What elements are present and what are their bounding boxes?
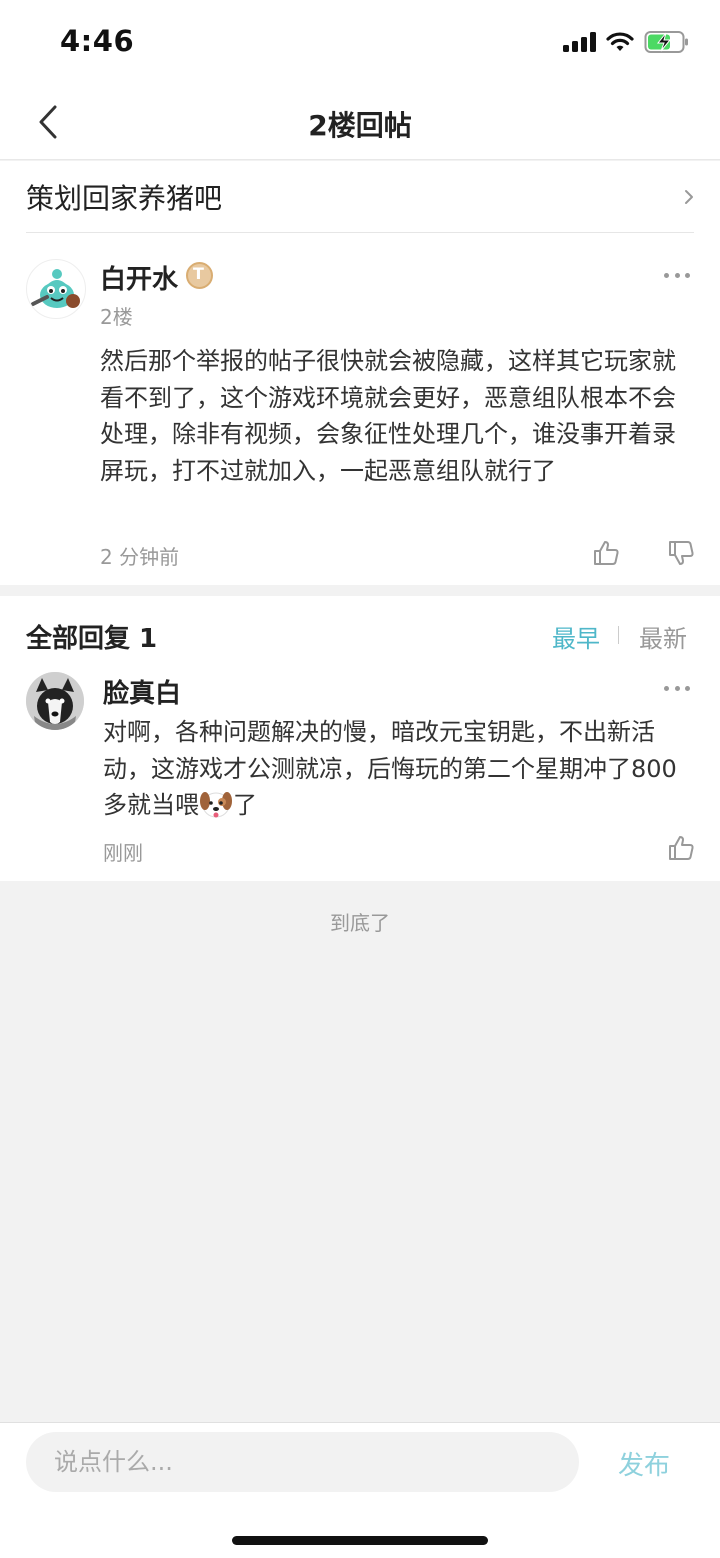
main-post: 白开水 T 2楼 然后那个举报的帖子很快就会被隐藏，这样其它玩家就看不到了，这个…	[0, 233, 720, 585]
page-title: 2楼回帖	[308, 109, 412, 142]
publish-button[interactable]: 发布	[618, 1445, 670, 1482]
comment-bar: 发布	[0, 1422, 720, 1558]
replies-title: 全部回复 1	[26, 624, 158, 654]
more-options-icon[interactable]	[664, 273, 690, 281]
comment-input[interactable]	[26, 1432, 579, 1492]
reply-content: 对啊，各种问题解决的慢，暗改元宝钥匙，不出新活动，这游戏才公测就凉，后悔玩的第二…	[103, 714, 699, 824]
nav-bar: 2楼回帖	[0, 86, 720, 160]
reply-text: 对啊，各种问题解决的慢，暗改元宝钥匙，不出新活动，这游戏才公测就凉，后悔玩的第二…	[103, 718, 677, 819]
level-badge: T	[186, 262, 213, 289]
thumbs-up-icon[interactable]	[592, 539, 620, 567]
end-of-list-text: 到底了	[330, 911, 390, 935]
badge-text: T	[193, 264, 204, 283]
reply-avatar[interactable]	[26, 672, 84, 730]
avatar[interactable]	[26, 259, 86, 319]
reply-text-end: 了	[233, 791, 257, 819]
chevron-right-icon	[685, 189, 693, 204]
status-icons	[563, 30, 690, 54]
cellular-signal-icon	[563, 32, 596, 52]
post-content: 然后那个举报的帖子很快就会被隐藏，这样其它玩家就看不到了，这个游戏环境就会更好，…	[100, 347, 676, 485]
wifi-icon	[606, 32, 634, 51]
forum-name: 策划回家养猪吧	[26, 181, 223, 215]
dog-face-emoji-icon	[200, 792, 232, 818]
more-options-icon[interactable]	[664, 686, 690, 694]
sort-earliest-tab[interactable]: 最早	[552, 619, 600, 654]
avatar-image	[26, 672, 84, 730]
post-time: 2 分钟前	[100, 545, 180, 569]
status-time: 4:46	[60, 24, 135, 58]
thumbs-up-icon[interactable]	[667, 834, 695, 862]
thumbs-down-icon[interactable]	[667, 539, 695, 567]
username[interactable]: 白开水	[100, 259, 178, 296]
battery-charging-icon	[644, 31, 688, 53]
status-bar: 4:46	[0, 0, 720, 86]
home-indicator	[232, 1536, 488, 1545]
avatar-image	[31, 269, 80, 308]
forum-link[interactable]: 策划回家养猪吧	[0, 161, 720, 233]
reply-time: 刚刚	[103, 841, 143, 865]
sort-divider	[618, 626, 619, 644]
reply-username[interactable]: 脸真白	[103, 673, 181, 710]
replies-section: 全部回复 1 最早 最新 脸真白 对啊，各种问题解决的慢，暗改元宝钥匙，不出新活…	[0, 596, 720, 881]
sort-newest-tab[interactable]: 最新	[639, 619, 687, 654]
floor-number: 2楼	[100, 305, 133, 329]
